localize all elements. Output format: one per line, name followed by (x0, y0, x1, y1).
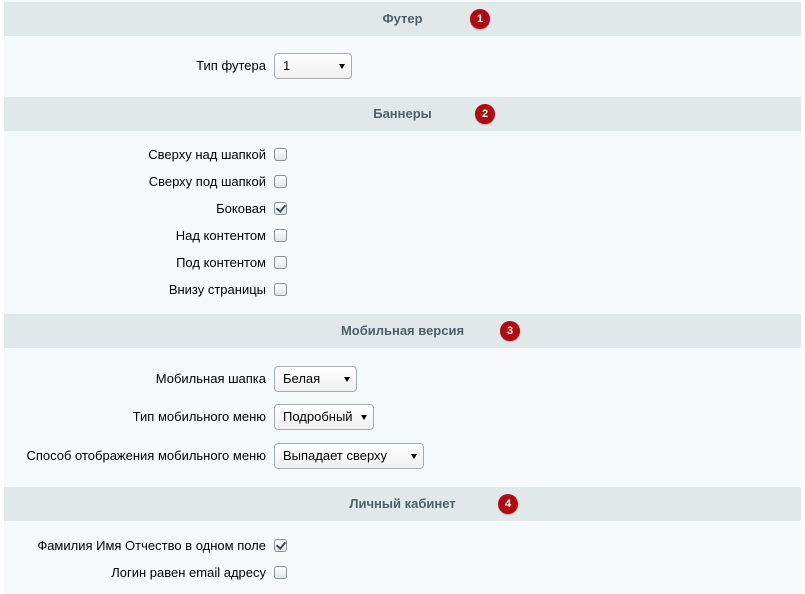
section-header-mobile: Мобильная версия 3 (4, 314, 801, 348)
banner-side-row: Боковая (4, 196, 801, 222)
section-title: Баннеры (373, 106, 432, 121)
checkmark-icon (275, 539, 287, 550)
banner-side-checkbox[interactable] (274, 202, 287, 215)
mobile-menu-type-value: Подробный (283, 409, 353, 424)
banner-top-below-header-row: Сверху под шапкой (4, 169, 801, 195)
triangle-down-icon (411, 454, 417, 459)
settings-form: Футер 1 Тип футера 1 Баннеры 2 Сверху на… (4, 0, 801, 594)
login-equals-email-checkbox[interactable] (274, 566, 287, 579)
footer-type-value: 1 (283, 58, 291, 73)
banner-page-bottom-label: Внизу страницы (168, 282, 266, 297)
banner-top-below-header-checkbox[interactable] (274, 175, 287, 188)
section-number-badge: 1 (470, 9, 490, 29)
footer-type-row: Тип футера 1 (4, 53, 801, 79)
banner-page-bottom-checkbox[interactable] (274, 283, 287, 296)
banner-top-above-header-label: Сверху над шапкой (148, 147, 266, 162)
login-equals-email-label: Логин равен email адресу (111, 565, 266, 580)
mobile-header-select[interactable]: Белая (274, 366, 357, 392)
banner-above-content-label: Над контентом (175, 228, 266, 243)
banner-below-content-checkbox[interactable] (274, 256, 287, 269)
banner-top-above-header-checkbox[interactable] (274, 148, 287, 161)
section-header-footer: Футер 1 (4, 2, 801, 36)
banner-below-content-row: Под контентом (4, 250, 801, 276)
section-number-badge: 4 (498, 494, 518, 514)
full-name-single-field-row: Фамилия Имя Отчество в одном поле (4, 533, 801, 559)
full-name-single-field-label: Фамилия Имя Отчество в одном поле (37, 538, 266, 553)
mobile-header-value: Белая (283, 371, 321, 386)
triangle-down-icon (344, 377, 350, 382)
mobile-menu-display-label: Способ отображения мобильного меню (26, 448, 266, 463)
mobile-menu-type-select[interactable]: Подробный (274, 404, 374, 430)
section-number-badge: 3 (500, 321, 520, 341)
section-header-personal-account: Личный кабинет 4 (4, 487, 801, 521)
banner-below-content-label: Под контентом (176, 255, 266, 270)
footer-type-select[interactable]: 1 (274, 53, 352, 79)
footer-type-label: Тип футера (196, 58, 266, 73)
mobile-menu-type-row: Тип мобильного меню Подробный (4, 404, 801, 430)
triangle-down-icon (361, 415, 367, 420)
banner-top-above-header-row: Сверху над шапкой (4, 142, 801, 168)
triangle-down-icon (339, 64, 345, 69)
banner-page-bottom-row: Внизу страницы (4, 277, 801, 303)
section-header-banners: Баннеры 2 (4, 97, 801, 131)
section-title: Мобильная версия (340, 323, 465, 338)
section-title: Футер (382, 11, 423, 26)
mobile-menu-display-row: Способ отображения мобильного меню Выпад… (4, 443, 801, 469)
banner-above-content-row: Над контентом (4, 223, 801, 249)
mobile-header-label: Мобильная шапка (155, 371, 266, 386)
banner-above-content-checkbox[interactable] (274, 229, 287, 242)
mobile-menu-type-label: Тип мобильного меню (132, 409, 266, 424)
mobile-menu-display-select[interactable]: Выпадает сверху (274, 443, 424, 469)
checkmark-icon (275, 202, 287, 213)
section-title: Личный кабинет (349, 496, 456, 511)
mobile-header-row: Мобильная шапка Белая (4, 366, 801, 392)
mobile-menu-display-value: Выпадает сверху (283, 448, 388, 463)
section-number-badge: 2 (475, 104, 495, 124)
full-name-single-field-checkbox[interactable] (274, 539, 287, 552)
login-equals-email-row: Логин равен email адресу (4, 560, 801, 586)
banner-side-label: Боковая (216, 201, 266, 216)
banner-top-below-header-label: Сверху под шапкой (148, 174, 266, 189)
